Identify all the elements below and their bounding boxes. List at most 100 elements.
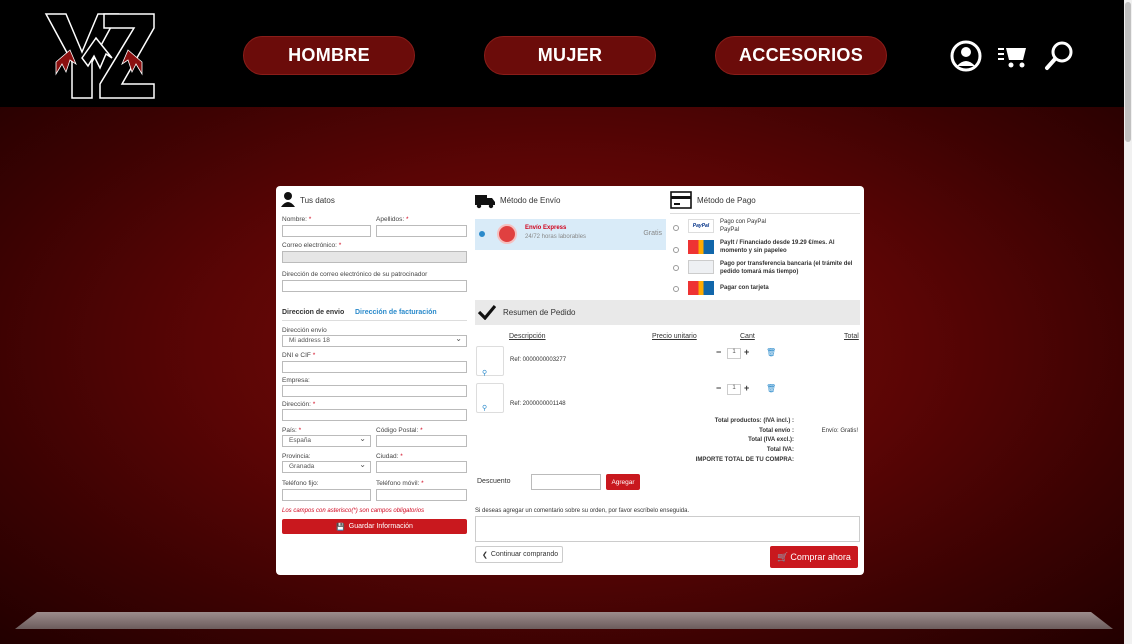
- tab-divider: [282, 320, 467, 321]
- dni-label: DNI e CIF *: [282, 352, 316, 359]
- comprar-label: Comprar ahora: [790, 552, 851, 562]
- quantity-input[interactable]: 1: [727, 384, 741, 395]
- save-icon: 💾: [336, 523, 345, 531]
- envio-price: Gratis: [643, 230, 662, 237]
- cart-icon: 🛒: [777, 551, 789, 562]
- continuar-button[interactable]: ❮ Continuar comprando: [475, 546, 563, 563]
- page: HOMBRE MUJER ACCESORIOS Tus datos Nombre…: [0, 0, 1132, 644]
- trash-icon[interactable]: 🗑: [766, 384, 776, 393]
- correo-padrinador-input[interactable]: [282, 280, 467, 292]
- checkout-card: Tus datos Nombre: * Apellidos: * Correo …: [276, 186, 864, 575]
- empresa-input[interactable]: [282, 385, 467, 397]
- quantity-stepper[interactable]: − 1 +: [714, 347, 758, 360]
- product-thumb[interactable]: [476, 346, 504, 376]
- resumen-title: Resumen de Pedido: [503, 308, 576, 317]
- pago-paypal-label: Pago con PayPal: [720, 219, 767, 225]
- header-bar: HOMBRE MUJER ACCESORIOS: [0, 0, 1124, 107]
- scrollbar[interactable]: [1124, 0, 1132, 644]
- nombre-input[interactable]: [282, 225, 371, 237]
- ciudad-input[interactable]: [376, 461, 467, 473]
- nav-accesorios[interactable]: ACCESORIOS: [715, 36, 887, 75]
- apellidos-input[interactable]: [376, 225, 467, 237]
- correo-padrinador-label: Dirección de correo electrónico de su pa…: [282, 271, 428, 278]
- envio-option[interactable]: Envío Express 24/72 horas laborables Gra…: [475, 219, 666, 250]
- minus-button[interactable]: −: [716, 383, 721, 393]
- provincia-label: Provincia:: [282, 453, 311, 460]
- col-descripcion: Descripción: [509, 333, 546, 340]
- checkmark-icon: [478, 304, 496, 320]
- tab-envio[interactable]: Direccion de envio: [282, 309, 344, 316]
- product-ref: Ref: 0000000003277: [510, 357, 567, 363]
- pago-paylt-label: Paylt / Financiado desde 19.29 €/mes. Al…: [720, 240, 835, 254]
- comentario-label: Si deseas agregar un comentario sobre su…: [475, 508, 690, 514]
- plus-button[interactable]: +: [744, 347, 749, 357]
- user-icon: [281, 192, 295, 207]
- logo[interactable]: [42, 10, 158, 102]
- empresa-label: Empresa:: [282, 377, 310, 384]
- apellidos-label: Apellidos: *: [376, 216, 409, 223]
- col-total: Total: [844, 333, 859, 340]
- pago-radio-transferencia[interactable]: [673, 265, 679, 271]
- product-thumb[interactable]: [476, 383, 504, 413]
- nav-mujer[interactable]: MUJER: [484, 36, 656, 75]
- dni-input[interactable]: [282, 361, 467, 373]
- tel-movil-input[interactable]: [376, 489, 467, 501]
- direccion-label: Dirección: *: [282, 401, 316, 408]
- product-ref: Ref: 2000000001148: [510, 401, 566, 407]
- envio-name: Envío Express: [525, 225, 567, 231]
- total-iva-label: Total IVA:: [766, 447, 794, 453]
- comprar-button[interactable]: 🛒 Comprar ahora: [770, 546, 858, 568]
- direccion-envio-select[interactable]: Mi address 18: [282, 334, 467, 347]
- pais-select[interactable]: España: [282, 434, 371, 447]
- pago-radio-paylt[interactable]: [673, 247, 679, 253]
- envio-logo: [497, 224, 517, 244]
- resumen-header: Resumen de Pedido: [475, 300, 860, 325]
- guardar-label: Guardar Información: [348, 523, 413, 530]
- user-icon[interactable]: [950, 40, 982, 72]
- plus-button[interactable]: +: [744, 383, 749, 393]
- quantity-input[interactable]: 1: [727, 348, 741, 359]
- pago-paypal-sub: PayPal: [720, 227, 740, 233]
- nav-hombre[interactable]: HOMBRE: [243, 36, 415, 75]
- envio-title: Método de Envío: [500, 196, 561, 205]
- direccion-input[interactable]: [282, 409, 467, 421]
- pais-label: País: *: [282, 427, 302, 434]
- nombre-label: Nombre: *: [282, 216, 312, 223]
- tel-fijo-input[interactable]: [282, 489, 371, 501]
- guardar-button[interactable]: 💾 Guardar Información: [282, 519, 467, 534]
- col-precio: Precio unitario: [652, 333, 697, 340]
- zoom-icon[interactable]: ⚲: [482, 369, 487, 377]
- total-sin-iva-label: Total (IVA excl.):: [748, 437, 794, 443]
- envio-desc: 24/72 horas laborables: [525, 234, 587, 240]
- quantity-stepper[interactable]: − 1 +: [714, 383, 758, 396]
- datos-title: Tus datos: [300, 196, 335, 205]
- credit-card-icon: [670, 191, 692, 209]
- truck-icon: [475, 195, 495, 209]
- minus-button[interactable]: −: [716, 347, 721, 357]
- trash-icon[interactable]: 🗑: [766, 348, 776, 357]
- tel-fijo-label: Teléfono fijo:: [282, 480, 319, 487]
- tab-facturacion[interactable]: Dirección de facturación: [355, 309, 437, 316]
- pago-radio-tarjeta[interactable]: [673, 286, 679, 292]
- provincia-select[interactable]: Granada: [282, 460, 371, 473]
- comentario-textarea[interactable]: [475, 516, 860, 542]
- ciudad-label: Ciudad: *: [376, 453, 403, 460]
- col-cant: Cant: [740, 333, 755, 340]
- scrollbar-thumb[interactable]: [1125, 2, 1131, 142]
- pago-radio-paypal[interactable]: [673, 225, 679, 231]
- pago-tarjeta-label: Pagar con tarjeta: [720, 285, 769, 291]
- zoom-icon[interactable]: ⚲: [482, 404, 487, 412]
- cart-icon[interactable]: [996, 40, 1028, 72]
- floor-decoration: [15, 612, 1113, 629]
- descuento-input[interactable]: [531, 474, 601, 490]
- paylt-icon: [688, 240, 714, 254]
- correo-input[interactable]: [282, 251, 467, 263]
- search-icon[interactable]: [1043, 40, 1075, 72]
- pago-transferencia-label: Pago por transferencia bancaria (el trám…: [720, 261, 853, 275]
- chevron-left-icon: ❮: [482, 551, 488, 559]
- agregar-button[interactable]: Agregar: [606, 474, 640, 490]
- descuento-label: Descuento: [477, 478, 511, 485]
- pago-title: Método de Pago: [697, 196, 756, 205]
- envio-radio[interactable]: [479, 231, 485, 237]
- cp-input[interactable]: [376, 435, 467, 447]
